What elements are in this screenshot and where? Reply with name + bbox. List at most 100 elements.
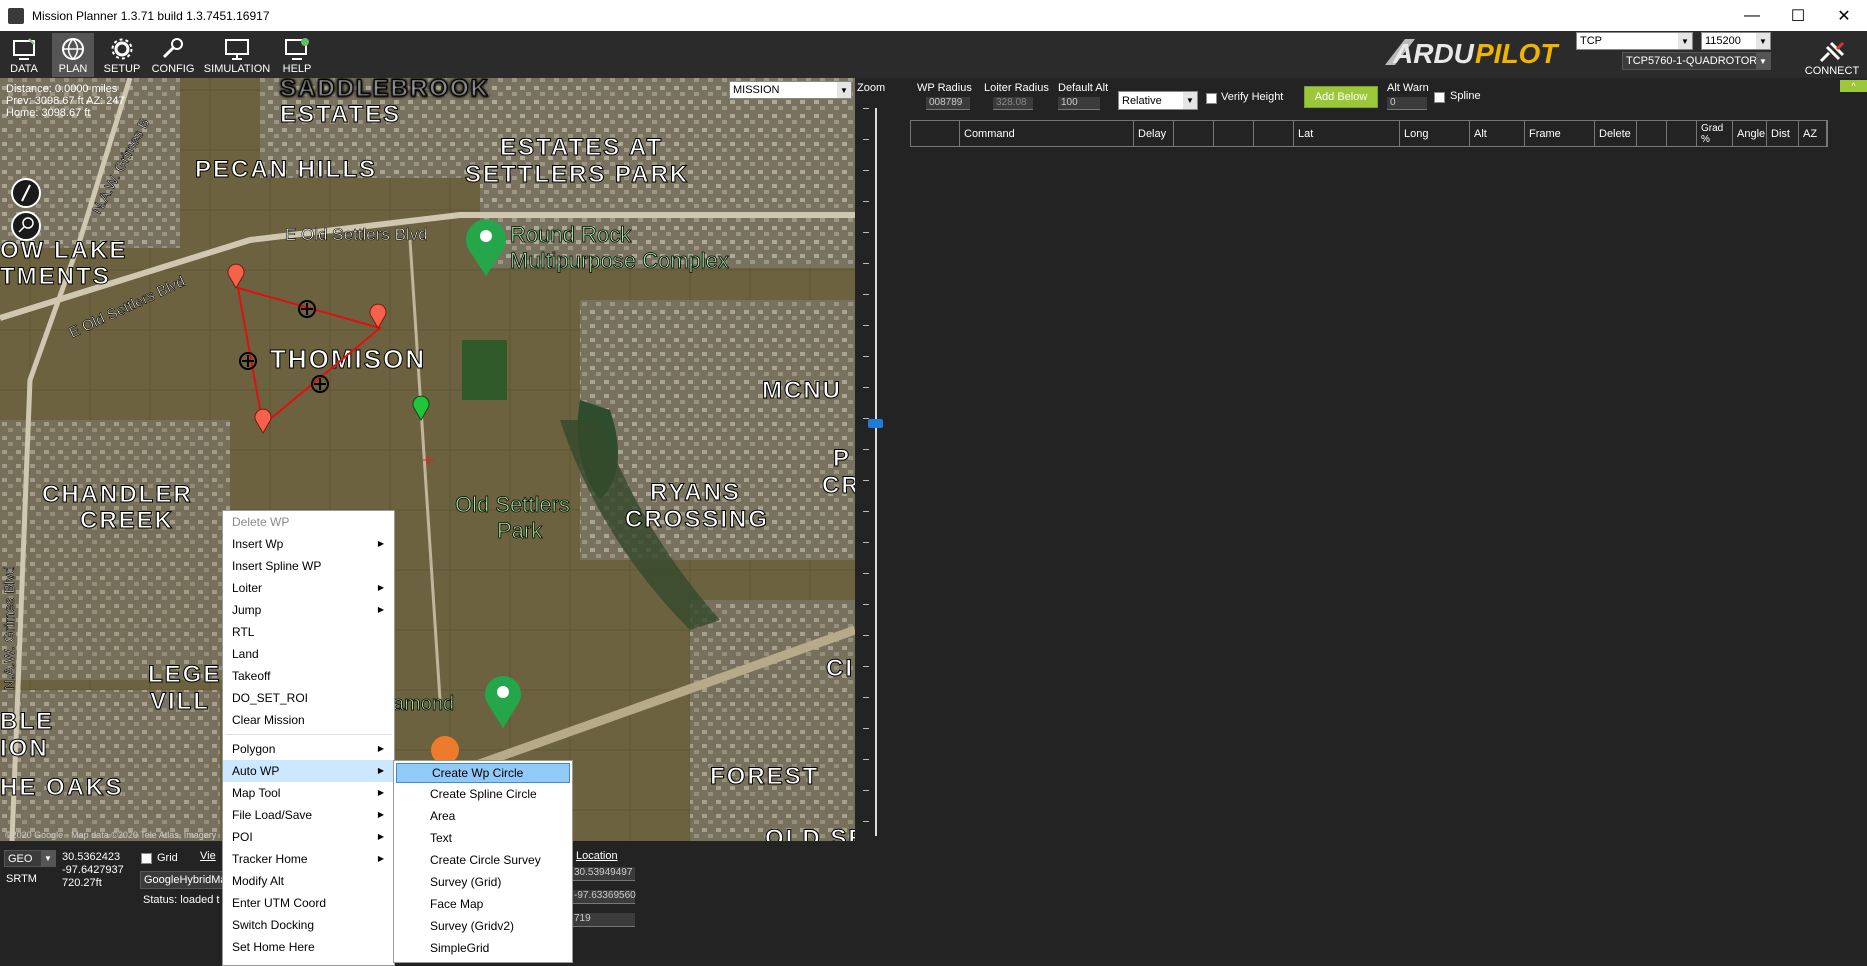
menu-clear-mission[interactable]: Clear Mission [223,709,394,731]
srtm-label: SRTM [6,873,37,885]
chevron-down-icon: ▼ [837,82,851,98]
zoom-slider-track[interactable] [875,108,877,836]
menu-polygon[interactable]: Polygon ▶ [223,738,394,760]
submenu-text[interactable]: Text [394,827,572,849]
menu-modify-alt[interactable]: Modify Alt [223,870,394,892]
submenu-survey-grid[interactable]: Survey (Grid) [394,871,572,893]
submenu-create-spline-circle[interactable]: Create Spline Circle [394,783,572,805]
alt-warn-input[interactable]: 0 [1387,97,1427,110]
title-bar: Mission Planner 1.3.71 build 1.3.7451.16… [0,0,1867,31]
location-lng-field[interactable]: -97.63369560 [571,890,636,904]
verify-height-checkbox[interactable] [1206,93,1217,104]
location-link[interactable]: Location [576,850,618,862]
connection-type-select[interactable]: TCP ▼ [1576,32,1693,50]
grid-col-down[interactable] [1667,121,1697,146]
menu-switch-docking[interactable]: Switch Docking [223,914,394,936]
nav-help-label: HELP [282,63,312,75]
menu-rtl[interactable]: RTL [223,621,394,643]
grid-col-long[interactable]: Long [1400,121,1470,146]
grid-col-p4[interactable] [1254,121,1294,146]
view-link[interactable]: Vie [200,850,216,862]
collapse-up-icon[interactable]: ^ [1840,80,1867,92]
submenu-area[interactable]: Area [394,805,572,827]
grid-col-command[interactable]: Command [960,121,1134,146]
loiter-radius-input[interactable]: 328.08 [993,97,1033,110]
menu-poi[interactable]: POI ▶ [223,826,394,848]
vehicle-select[interactable]: TCP5760-1-QUADROTOR ▼ [1622,52,1771,70]
maximize-button[interactable]: ☐ [1775,0,1821,31]
grid-col-delay[interactable]: Delay [1134,121,1174,146]
menu-takeoff[interactable]: Takeoff [223,665,394,687]
zoom-slider-thumb[interactable] [868,419,883,428]
nav-config[interactable]: CONFIG [150,33,196,77]
location-alt-field[interactable]: 719 [571,913,635,927]
menu-delete-wp[interactable]: Delete WP [223,511,394,533]
coord-system-select[interactable]: GEO ▼ [4,850,56,867]
location-lat-field[interactable]: 30.53949497 [571,867,635,881]
menu-land[interactable]: Land [223,643,394,665]
spline-checkbox[interactable] [1434,92,1445,103]
midpoint-add-icon[interactable] [298,300,316,318]
grid-col-lat[interactable]: Lat [1294,121,1400,146]
map-provider-select[interactable]: GoogleHybridMa [140,871,230,889]
menu-map-tool[interactable]: Map Tool ▶ [223,782,394,804]
grid-col-delete[interactable]: Delete [1595,121,1637,146]
nav-data-label: DATA [10,63,38,75]
menu-loiter[interactable]: Loiter ▶ [223,577,394,599]
map-label: SADDLEBROOK [280,78,490,102]
menu-enter-utm-coord[interactable]: Enter UTM Coord [223,892,394,914]
altitude-frame-select[interactable]: Relative ▼ [1118,91,1198,110]
midpoint-add-icon[interactable] [239,352,257,370]
altitude-frame-value: Relative [1122,94,1162,107]
grid-col-alt[interactable]: Alt [1470,121,1525,146]
grid-col-frame[interactable]: Frame [1525,121,1595,146]
grid-col-angle[interactable]: Angle [1733,121,1767,146]
grid-col-grad[interactable]: Grad % [1697,121,1733,146]
close-button[interactable]: ✕ [1821,0,1867,31]
minimize-button[interactable]: — [1729,0,1775,31]
menu-file-load-save[interactable]: File Load/Save ▶ [223,804,394,826]
add-below-button[interactable]: Add Below [1304,86,1378,108]
submenu-face-map[interactable]: Face Map [394,893,572,915]
nav-simulation[interactable]: SIMULATION [204,33,270,77]
grid-col-dist[interactable]: Dist [1767,121,1799,146]
nav-data[interactable]: DATA [4,33,44,77]
map-label: OLD SE [765,825,855,841]
map-label: CREEK [80,507,174,534]
nav-help[interactable]: HELP [278,33,316,77]
default-alt-label: Default Alt [1058,82,1109,94]
baud-rate-select[interactable]: 115200 ▼ [1701,32,1771,50]
ruler-tool-icon[interactable] [11,178,41,208]
flight-mode-select[interactable]: MISSION ▼ [729,81,852,99]
map-view[interactable]: SADDLEBROOK ESTATES PECAN HILLS ESTATES … [0,78,855,841]
zoom-ticks [863,108,869,838]
menu-set-home-here[interactable]: Set Home Here [223,936,394,958]
grid-checkbox[interactable] [141,853,152,864]
wp-radius-input[interactable]: 008789 [926,97,970,110]
menu-insert-spline-wp[interactable]: Insert Spline WP [223,555,394,577]
wp-radius-label: WP Radius [917,82,972,94]
menu-auto-wp[interactable]: Auto WP ▶ [223,760,394,782]
menu-insert-wp[interactable]: Insert Wp ▶ [223,533,394,555]
menu-label: Polygon [232,742,276,756]
grid-col-p3[interactable] [1214,121,1254,146]
vehicle-value: TCP5760-1-QUADROTOR [1626,55,1758,67]
nav-setup[interactable]: SETUP [102,33,142,77]
grid-col-p2[interactable] [1174,121,1214,146]
grid-col-up[interactable] [1637,121,1667,146]
zoom-tool-icon[interactable] [11,211,41,241]
grid-col-az[interactable]: AZ [1799,121,1827,146]
nav-plan[interactable]: PLAN [52,33,94,77]
menu-do-set-roi[interactable]: DO_SET_ROI [223,687,394,709]
submenu-create-circle-survey[interactable]: Create Circle Survey [394,849,572,871]
submenu-survey-gridv2[interactable]: Survey (Gridv2) [394,915,572,937]
connect-button[interactable]: CONNECT [1800,33,1864,77]
submenu-label: Area [430,809,456,823]
midpoint-add-icon[interactable] [311,375,329,393]
default-alt-input[interactable]: 100 [1058,97,1100,110]
submenu-simplegrid[interactable]: SimpleGrid [394,937,572,959]
menu-tracker-home[interactable]: Tracker Home ▶ [223,848,394,870]
grid-col-header[interactable] [911,121,960,146]
menu-jump[interactable]: Jump ▶ [223,599,394,621]
submenu-create-wp-circle[interactable]: Create Wp Circle [396,763,570,783]
